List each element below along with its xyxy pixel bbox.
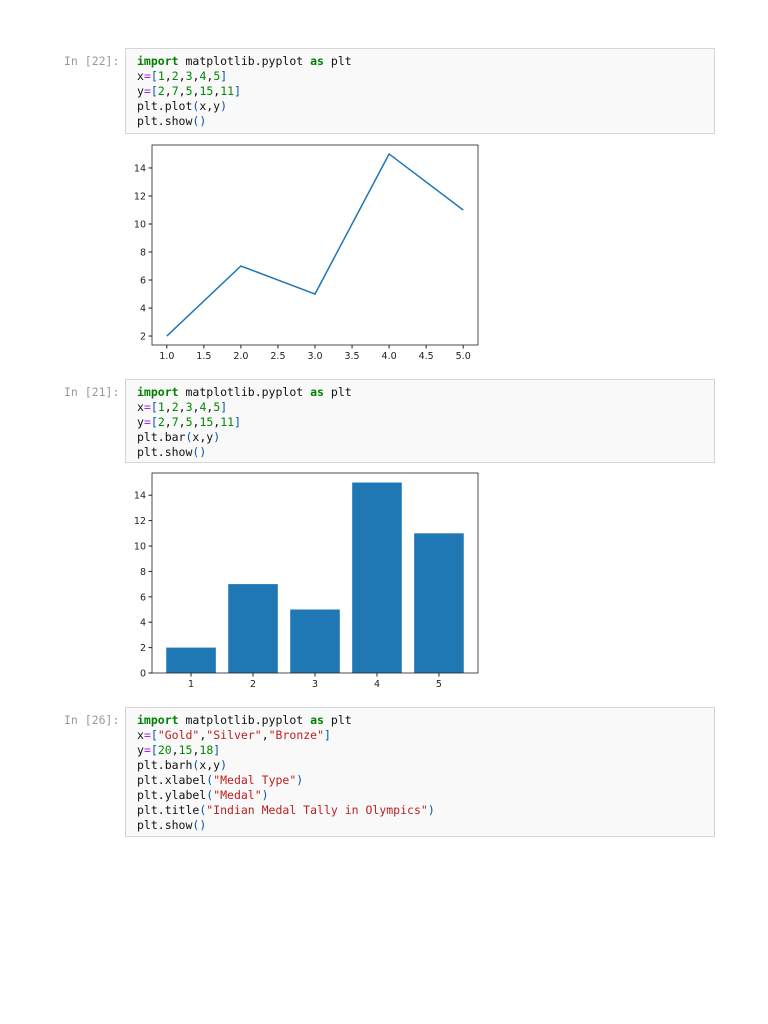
y-tick-label: 12 <box>134 191 146 202</box>
y-tick-label: 12 <box>134 516 146 527</box>
bar <box>414 533 464 673</box>
bar <box>166 647 216 673</box>
axes-frame <box>151 144 479 346</box>
y-tick-label: 8 <box>140 248 146 259</box>
x-tick-label: 3.5 <box>344 351 359 362</box>
x-tick-label: 2.0 <box>233 351 248 362</box>
y-tick-label: 4 <box>140 618 146 629</box>
y-tick-label: 6 <box>140 276 146 287</box>
y-tick-label: 10 <box>134 542 146 553</box>
y-tick-label: 14 <box>134 491 146 502</box>
bar <box>352 482 402 673</box>
y-tick-label: 8 <box>140 567 146 578</box>
y-tick-label: 0 <box>140 669 146 680</box>
bar <box>290 609 340 673</box>
line-series <box>166 152 464 337</box>
y-tick-label: 4 <box>140 304 146 315</box>
x-tick-label: 2.5 <box>270 351 285 362</box>
y-tick-label: 14 <box>134 163 146 174</box>
x-tick-label: 1.0 <box>159 351 174 362</box>
x-tick-label: 4.5 <box>419 351 434 362</box>
x-tick-label: 2 <box>250 679 256 690</box>
x-tick-label: 3 <box>312 679 318 690</box>
bar <box>228 584 278 673</box>
x-tick-label: 1 <box>188 679 194 690</box>
y-tick-label: 6 <box>140 592 146 603</box>
x-tick-label: 4 <box>374 679 380 690</box>
y-tick-label: 2 <box>140 332 146 343</box>
charts: 1.0 1.5 2.0 2.5 3.0 3.5 4.0 4.5 5.024681012141 2 3… <box>134 144 479 690</box>
x-tick-label: 5.0 <box>456 351 471 362</box>
x-tick-label: 3.0 <box>307 351 322 362</box>
y-tick-label: 2 <box>140 643 146 654</box>
y-tick-label: 10 <box>134 219 146 230</box>
x-tick-label: 1.5 <box>196 351 211 362</box>
x-tick-label: 4.0 <box>382 351 397 362</box>
x-tick-label: 5 <box>436 679 442 690</box>
